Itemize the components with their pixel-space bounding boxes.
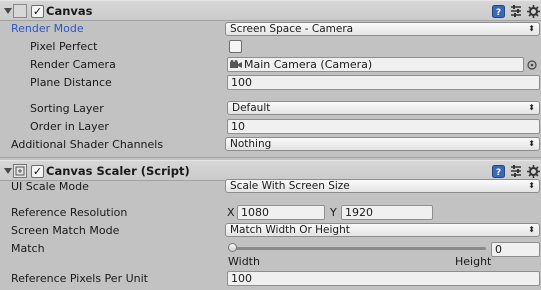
reference-ppu-input[interactable]: 100 <box>227 271 540 286</box>
match-slider-thumb[interactable] <box>228 243 237 252</box>
resolution-x-input[interactable]: 1080 <box>237 205 325 220</box>
foldout-arrow-icon[interactable] <box>4 8 12 14</box>
x-label: X <box>227 206 235 219</box>
camera-icon <box>230 60 242 68</box>
pixel-perfect-label: Pixel Perfect <box>30 40 98 53</box>
render-mode-dropdown[interactable]: Screen Space - Camera ⬍ <box>225 22 540 36</box>
y-label: Y <box>330 206 337 219</box>
canvas-scaler-enabled-checkbox[interactable]: ✓ <box>31 165 44 178</box>
checkmark-icon: ✓ <box>32 5 43 18</box>
match-slider-track[interactable] <box>228 243 486 252</box>
gear-icon[interactable] <box>527 5 540 18</box>
presets-icon[interactable] <box>510 5 522 18</box>
canvas-enabled-checkbox[interactable]: ✓ <box>31 5 44 18</box>
match-label: Match <box>11 242 45 255</box>
shader-channels-value: Nothing <box>230 138 272 150</box>
reference-resolution-label: Reference Resolution <box>11 206 128 219</box>
object-picker-icon[interactable] <box>527 60 537 70</box>
render-mode-value: Screen Space - Camera <box>230 23 354 35</box>
order-in-layer-label: Order in Layer <box>30 120 109 133</box>
screen-match-mode-value: Match Width Or Height <box>230 224 350 236</box>
render-camera-label: Render Camera <box>30 58 116 71</box>
dropdown-arrow-icon: ⬍ <box>528 103 535 112</box>
plane-distance-input[interactable]: 100 <box>227 75 540 90</box>
match-value-input[interactable]: 0 <box>491 242 540 257</box>
canvas-scaler-title: Canvas Scaler (Script) <box>46 164 190 178</box>
sorting-layer-value: Default <box>232 102 271 114</box>
ui-scale-mode-value: Scale With Screen Size <box>230 180 350 192</box>
width-label: Width <box>228 255 260 268</box>
order-in-layer-input[interactable]: 10 <box>227 119 540 134</box>
presets-icon[interactable] <box>510 165 522 178</box>
canvas-header[interactable]: ✓ Canvas ? <box>0 0 541 21</box>
script-component-icon <box>13 164 27 178</box>
render-mode-label: Render Mode <box>11 22 84 35</box>
reference-ppu-label: Reference Pixels Per Unit <box>11 272 148 285</box>
canvas-scaler-header[interactable]: ✓ Canvas Scaler (Script) ? <box>0 160 541 181</box>
shader-channels-dropdown[interactable]: Nothing ⬍ <box>225 137 540 151</box>
pixel-perfect-checkbox[interactable] <box>229 40 242 53</box>
canvas-component-icon <box>13 4 27 18</box>
resolution-y-input[interactable]: 1920 <box>341 205 433 220</box>
render-camera-value: Main Camera (Camera) <box>244 58 373 71</box>
canvas-title: Canvas <box>46 4 93 18</box>
svg-text:?: ? <box>496 168 501 178</box>
checkmark-icon: ✓ <box>32 165 43 178</box>
render-camera-field[interactable]: Main Camera (Camera) <box>227 57 524 72</box>
dropdown-arrow-icon: ⬍ <box>528 181 535 190</box>
screen-match-mode-label: Screen Match Mode <box>11 224 120 237</box>
svg-text:?: ? <box>496 8 501 18</box>
help-book-icon[interactable]: ? <box>492 5 505 18</box>
component-separator <box>0 157 541 158</box>
sorting-layer-label: Sorting Layer <box>30 102 104 115</box>
shader-channels-label: Additional Shader Channels <box>11 138 164 151</box>
dropdown-arrow-icon: ⬍ <box>528 24 535 33</box>
gear-icon[interactable] <box>527 165 540 178</box>
foldout-arrow-icon[interactable] <box>4 168 12 174</box>
plane-distance-label: Plane Distance <box>30 76 112 89</box>
height-label: Height <box>455 255 492 268</box>
dropdown-arrow-icon: ⬍ <box>528 139 535 148</box>
ui-scale-mode-label: UI Scale Mode <box>11 180 89 193</box>
screen-match-mode-dropdown[interactable]: Match Width Or Height ⬍ <box>225 223 540 237</box>
sorting-layer-dropdown[interactable]: Default ⬍ <box>227 101 540 115</box>
help-book-icon[interactable]: ? <box>492 165 505 178</box>
dropdown-arrow-icon: ⬍ <box>528 225 535 234</box>
ui-scale-mode-dropdown[interactable]: Scale With Screen Size ⬍ <box>225 179 540 193</box>
